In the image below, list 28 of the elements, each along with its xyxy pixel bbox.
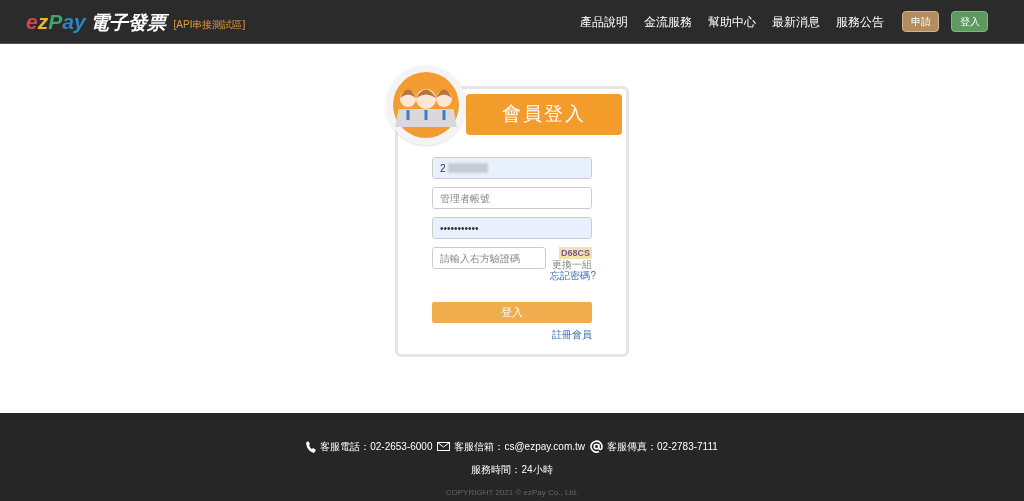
service-hours: 服務時間：24小時	[471, 463, 553, 477]
field-placeholder: 管理者帳號	[440, 191, 490, 206]
environment-tag: [API串接測試區]	[173, 17, 246, 32]
contact-info: 客服電話：02-2653-6000	[320, 440, 433, 454]
envelope-icon	[437, 442, 451, 451]
logo-wordmark[interactable]: ezPay	[26, 11, 86, 32]
input-field[interactable]: 管理者帳號	[432, 187, 592, 209]
phone-icon	[306, 440, 317, 453]
at-sign-icon	[590, 440, 603, 453]
captcha-image: D68CS	[559, 247, 592, 259]
field-value: 2	[440, 161, 446, 176]
forgot-password-link[interactable]: 忘記密碼?	[550, 270, 596, 282]
input-field[interactable]: •••••••••••	[432, 217, 592, 239]
contact-info: 客服傳真：02-2783-7111	[607, 440, 718, 454]
field-value: •••••••••••	[440, 221, 479, 236]
captcha-field[interactable]: 請輸入右方驗證碼	[432, 247, 546, 269]
nav-link[interactable]: 金流服務	[644, 12, 692, 31]
contact-info: 客服信箱：cs@ezpay.com.tw	[454, 440, 585, 454]
refresh-captcha-link[interactable]: 更換一組	[552, 259, 592, 270]
input-field[interactable]: 2	[432, 157, 592, 179]
nav-link[interactable]: 服務公告	[836, 12, 884, 31]
register-link[interactable]: 註冊會員	[552, 327, 592, 342]
nav-link[interactable]: 產品說明	[580, 12, 628, 31]
nav-link[interactable]: 最新消息	[772, 12, 820, 31]
redaction-blur	[447, 163, 488, 173]
field-placeholder: 請輸入右方驗證碼	[440, 251, 520, 266]
nav-link[interactable]: 幫助中心	[708, 12, 756, 31]
login-title: 會員登入	[502, 102, 586, 127]
